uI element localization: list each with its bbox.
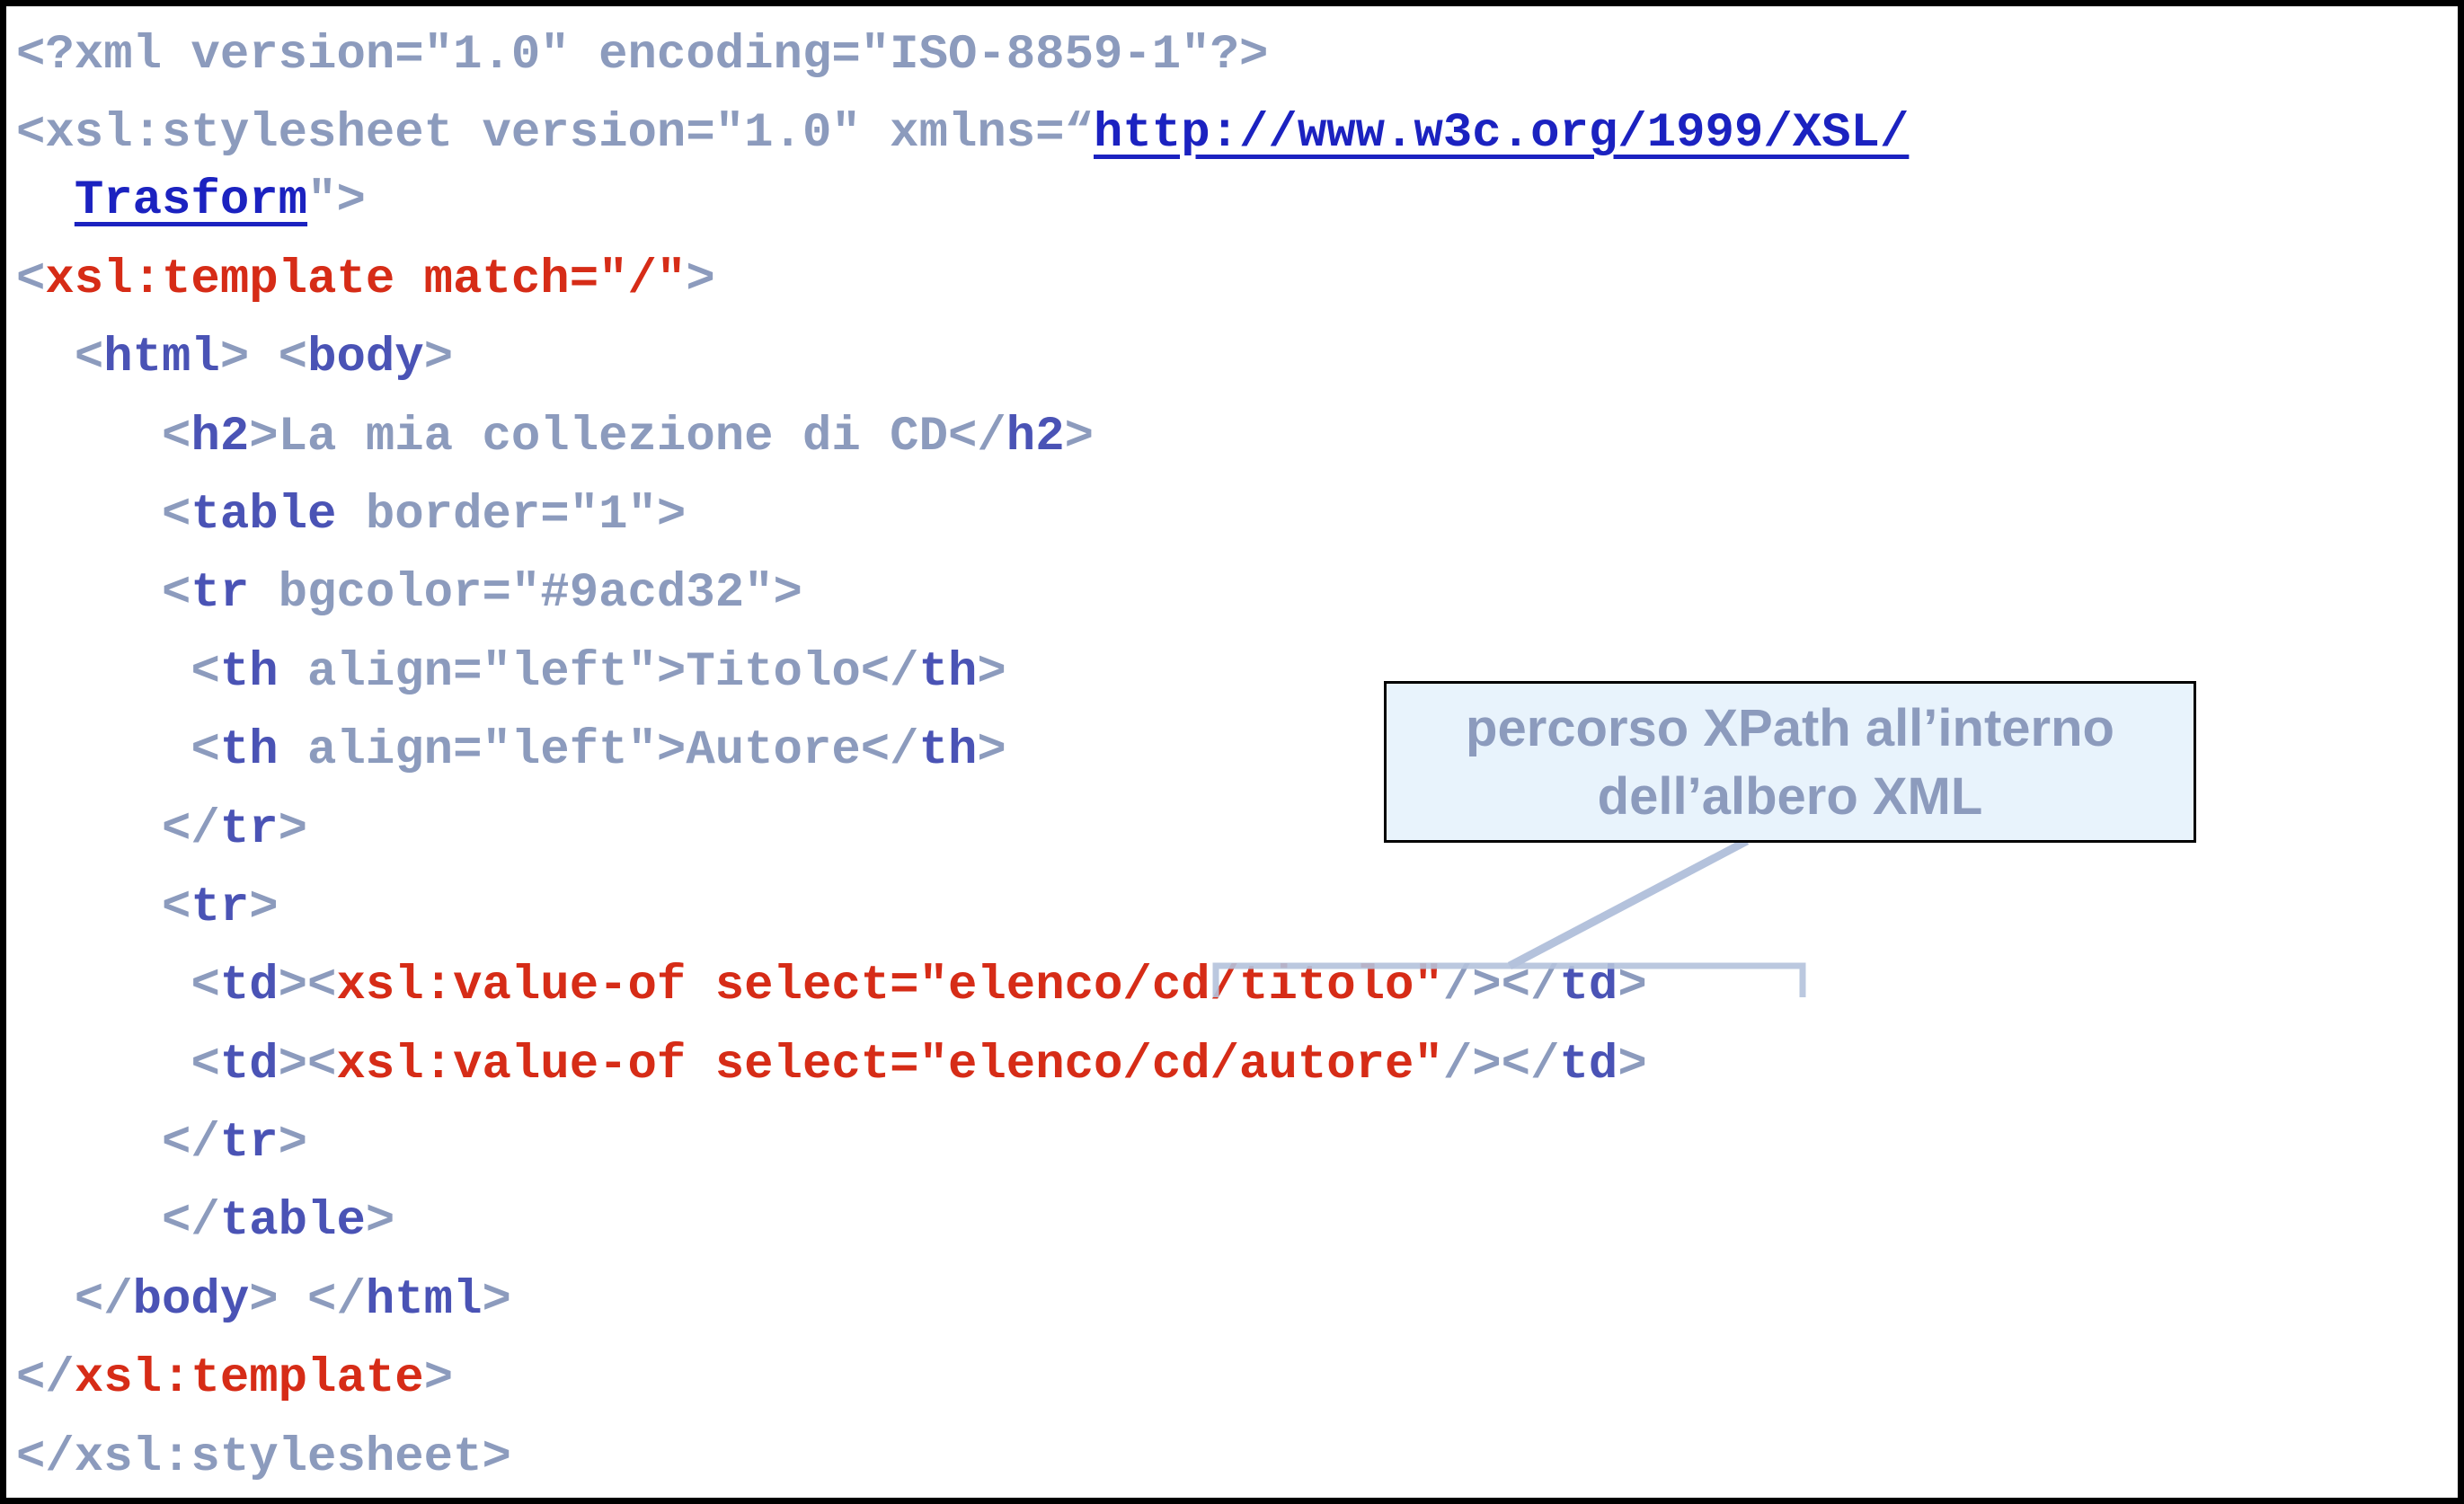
xpath-callout-box: percorso XPath all’interno dell’albero X… xyxy=(1384,681,2196,843)
callout-line-1: percorso XPath all’interno xyxy=(1466,699,2114,757)
code-line-template-close: </xsl:template> xyxy=(16,1351,454,1407)
xpath-select-titolo: xsl:value-of select="elenco/cd/titolo" xyxy=(336,959,1443,1014)
code-line-body-html-close: </body> </html> xyxy=(74,1272,511,1328)
code-line-table: <table border="1"> xyxy=(162,487,687,543)
code-line-2-continued: Trasform"> xyxy=(74,173,366,229)
code-line-td-titolo: <td><xsl:value-of select="elenco/cd/tito… xyxy=(191,959,1647,1014)
code-line-1: <?xml version="1.0" encoding="ISO-8859-1… xyxy=(16,28,1269,83)
code-line-tr-close-2: </tr> xyxy=(162,1116,308,1172)
code-line-tr-open: <tr> xyxy=(162,880,279,935)
code-line-h2: <h2>La mia collezione di CD</h2> xyxy=(162,409,1095,464)
namespace-link-continued[interactable]: Trasform xyxy=(75,173,307,228)
callout-line-2: dell’albero XML xyxy=(1597,767,1983,826)
xpath-select-autore: xsl:value-of select="elenco/cd/autore" xyxy=(336,1037,1443,1093)
code-line-2: <xsl:stylesheet version="1.0" xmlns=“htt… xyxy=(16,106,1910,162)
code-line-tr-bgcolor: <tr bgcolor="#9acd32"> xyxy=(162,566,802,622)
code-line-template-open: <xsl:template match="/"> xyxy=(16,252,715,307)
namespace-link[interactable]: http://www.w3c.org/1999/XSL/ xyxy=(1094,106,1909,161)
code-line-td-autore: <td><xsl:value-of select="elenco/cd/auto… xyxy=(191,1037,1647,1093)
code-line-table-close: </table> xyxy=(162,1194,395,1250)
code-line-stylesheet-close: </xsl:stylesheet> xyxy=(16,1429,511,1485)
code-line-html-body: <html> <body> xyxy=(74,331,454,386)
